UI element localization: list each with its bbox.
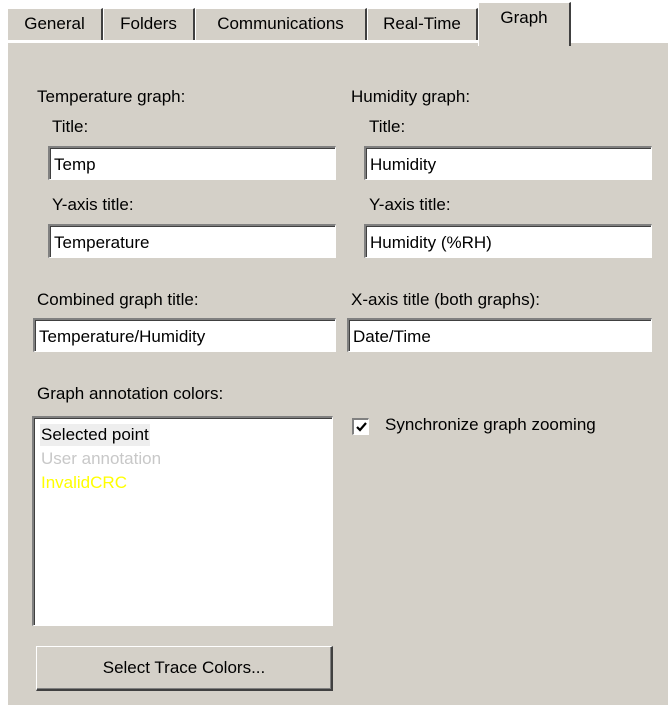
- annotation-colors-listbox[interactable]: Selected point User annotation InvalidCR…: [32, 416, 333, 626]
- graph-annotation-colors-label: Graph annotation colors:: [37, 384, 224, 403]
- xaxis-title-label: X-axis title (both graphs):: [351, 290, 540, 309]
- temperature-graph-heading: Temperature graph:: [37, 87, 186, 106]
- tab-general[interactable]: General: [7, 8, 103, 40]
- humidity-yaxis-input[interactable]: [364, 224, 652, 258]
- tab-communications[interactable]: Communications: [195, 8, 367, 40]
- combined-graph-title-label: Combined graph title:: [37, 290, 199, 309]
- tab-real-time[interactable]: Real-Time: [367, 8, 478, 40]
- humidity-graph-heading: Humidity graph:: [351, 87, 471, 106]
- humidity-title-input[interactable]: [364, 146, 652, 180]
- temperature-yaxis-input[interactable]: [48, 224, 336, 258]
- temperature-title-label: Title:: [52, 117, 89, 136]
- combined-graph-title-input[interactable]: [33, 318, 336, 352]
- list-item-user-annotation[interactable]: User annotation: [40, 448, 162, 470]
- humidity-yaxis-label: Y-axis title:: [369, 195, 451, 214]
- checkmark-icon: [356, 422, 367, 432]
- tab-strip: General Folders Communications Real-Time…: [0, 0, 668, 46]
- select-trace-colors-button[interactable]: Select Trace Colors...: [36, 646, 333, 691]
- temperature-title-input[interactable]: [48, 146, 336, 180]
- synchronize-zoom-checkbox[interactable]: [352, 418, 369, 435]
- xaxis-title-input[interactable]: [347, 318, 652, 352]
- humidity-title-label: Title:: [369, 117, 406, 136]
- temperature-yaxis-label: Y-axis title:: [52, 195, 134, 214]
- tab-folders[interactable]: Folders: [103, 8, 195, 40]
- tab-graph[interactable]: Graph: [478, 2, 571, 46]
- synchronize-zoom-label[interactable]: Synchronize graph zooming: [385, 415, 596, 435]
- list-item-selected-point[interactable]: Selected point: [40, 424, 150, 446]
- list-item-invalid-crc[interactable]: InvalidCRC: [40, 472, 128, 494]
